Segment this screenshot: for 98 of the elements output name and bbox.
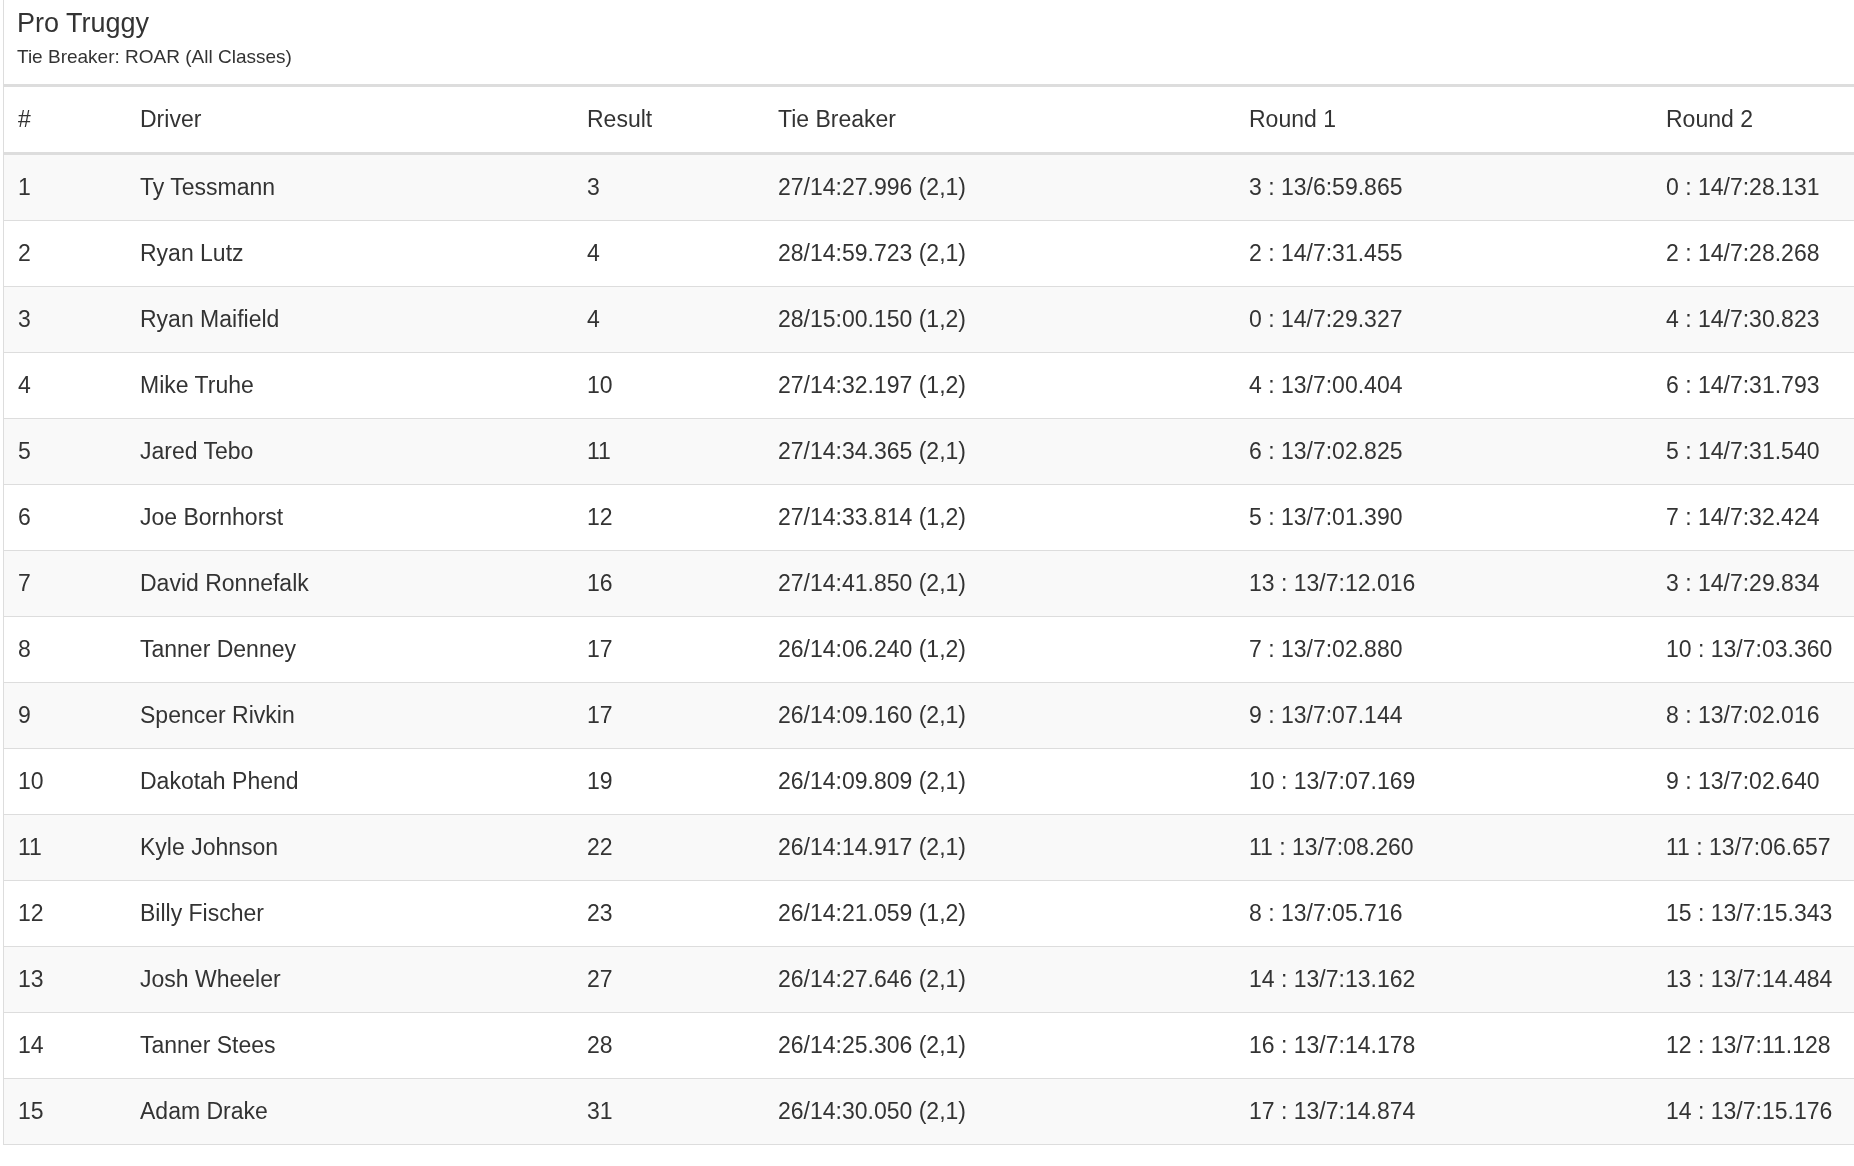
table-cell: Adam Drake	[140, 1098, 268, 1125]
table-cell: 13	[18, 966, 44, 993]
table-cell: 11 : 13/7:08.260	[1249, 834, 1414, 861]
table-cell: 4	[18, 372, 31, 399]
table-cell: 9 : 13/7:02.640	[1666, 768, 1820, 795]
table-cell: 10 : 13/7:03.360	[1666, 636, 1833, 663]
table-cell: 26/14:09.809 (2,1)	[778, 768, 966, 795]
table-cell: 10	[18, 768, 44, 795]
table-cell: 16	[587, 570, 613, 597]
table-cell: 27/14:32.197 (1,2)	[778, 372, 966, 399]
table-cell: 9 : 13/7:07.144	[1249, 702, 1403, 729]
table-cell: 13 : 13/7:14.484	[1666, 966, 1833, 993]
column-header: Tie Breaker	[778, 106, 897, 133]
table-cell: 26/14:21.059 (1,2)	[778, 900, 966, 927]
table-cell: 15 : 13/7:15.343	[1666, 900, 1833, 927]
table-cell: 17	[587, 636, 613, 663]
table-cell: 6 : 13/7:02.825	[1249, 438, 1403, 465]
table-cell: Ryan Maifield	[140, 306, 280, 333]
table-cell: 26/14:14.917 (2,1)	[778, 834, 966, 861]
column-header: Round 1	[1249, 106, 1336, 133]
table-cell: 15	[18, 1098, 44, 1125]
table-cell: 26/14:06.240 (1,2)	[778, 636, 966, 663]
column-header: Result	[587, 106, 653, 133]
table-cell: 9	[18, 702, 31, 729]
table-cell: 27	[587, 966, 613, 993]
table-cell: Jared Tebo	[140, 438, 254, 465]
table-cell: 27/14:33.814 (1,2)	[778, 504, 966, 531]
table-cell: 5 : 13/7:01.390	[1249, 504, 1403, 531]
table-cell: 14 : 13/7:15.176	[1666, 1098, 1833, 1125]
table-cell: 17 : 13/7:14.874	[1249, 1098, 1416, 1125]
table-cell: Ryan Lutz	[140, 240, 244, 267]
table-cell: 14 : 13/7:13.162	[1249, 966, 1416, 993]
table-cell: 12	[587, 504, 613, 531]
table-cell: 23	[587, 900, 613, 927]
table-cell: David Ronnefalk	[140, 570, 309, 597]
table-cell: Tanner Stees	[140, 1032, 276, 1059]
table-cell: 7 : 14/7:32.424	[1666, 504, 1820, 531]
table-cell: 0 : 14/7:29.327	[1249, 306, 1403, 333]
table-cell: Josh Wheeler	[140, 966, 281, 993]
table-cell: 4	[587, 240, 600, 267]
table-cell: 26/14:30.050 (2,1)	[778, 1098, 966, 1125]
table-cell: 3	[587, 174, 600, 201]
table-cell: 28/15:00.150 (1,2)	[778, 306, 966, 333]
table-cell: 16 : 13/7:14.178	[1249, 1032, 1416, 1059]
table-cell: 28/14:59.723 (2,1)	[778, 240, 966, 267]
table-cell: 7	[18, 570, 31, 597]
table-cell: 13 : 13/7:12.016	[1249, 570, 1416, 597]
table-cell: 14	[18, 1032, 44, 1059]
table-cell: 31	[587, 1098, 613, 1125]
table-cell: Kyle Johnson	[140, 834, 279, 861]
table-cell: 5 : 14/7:31.540	[1666, 438, 1820, 465]
table-cell: 12 : 13/7:11.128	[1666, 1032, 1831, 1059]
table-cell: 8	[18, 636, 31, 663]
table-cell: 4 : 14/7:30.823	[1666, 306, 1820, 333]
table-cell: 4 : 13/7:00.404	[1249, 372, 1403, 399]
page-title: Pro Truggy	[17, 7, 151, 40]
table-cell: 11	[18, 834, 42, 861]
table-cell: 27/14:41.850 (2,1)	[778, 570, 966, 597]
tie-breaker-subtitle: Tie Breaker: ROAR (All Classes)	[17, 45, 293, 69]
table-cell: 26/14:25.306 (2,1)	[778, 1032, 966, 1059]
table-cell: 5	[18, 438, 31, 465]
table-cell: 2 : 14/7:28.268	[1666, 240, 1820, 267]
table-cell: 3 : 14/7:29.834	[1666, 570, 1820, 597]
table-cell: 28	[587, 1032, 613, 1059]
table-cell: Spencer Rivkin	[140, 702, 295, 729]
column-header: #	[18, 106, 31, 133]
table-cell: 27/14:27.996 (2,1)	[778, 174, 966, 201]
table-cell: 12	[18, 900, 44, 927]
table-cell: 6	[18, 504, 31, 531]
table-cell: 27/14:34.365 (2,1)	[778, 438, 966, 465]
table-cell: Mike Truhe	[140, 372, 254, 399]
table-cell: 11 : 13/7:06.657	[1666, 834, 1831, 861]
table-cell: 1	[18, 174, 31, 201]
table-cell: 4	[587, 306, 600, 333]
column-header: Driver	[140, 106, 202, 133]
table-cell: 10	[587, 372, 613, 399]
table-cell: 3 : 13/6:59.865	[1249, 174, 1403, 201]
table-cell: 11	[587, 438, 611, 465]
column-header: Round 2	[1666, 106, 1753, 133]
table-cell: Dakotah Phend	[140, 768, 299, 795]
table-cell: Billy Fischer	[140, 900, 264, 927]
table-cell: 19	[587, 768, 613, 795]
table-cell: Ty Tessmann	[140, 174, 276, 201]
table-cell: 7 : 13/7:02.880	[1249, 636, 1403, 663]
table-cell: 3	[18, 306, 31, 333]
table-cell: Joe Bornhorst	[140, 504, 284, 531]
table-cell: 0 : 14/7:28.131	[1666, 174, 1820, 201]
table-cell: 6 : 14/7:31.793	[1666, 372, 1820, 399]
table-cell: 22	[587, 834, 613, 861]
table-cell: 10 : 13/7:07.169	[1249, 768, 1416, 795]
table-cell: 17	[587, 702, 613, 729]
table-cell: 8 : 13/7:05.716	[1249, 900, 1403, 927]
table-cell: Tanner Denney	[140, 636, 296, 663]
table-cell: 2 : 14/7:31.455	[1249, 240, 1403, 267]
table-cell: 2	[18, 240, 31, 267]
table-cell: 26/14:27.646 (2,1)	[778, 966, 966, 993]
table-cell: 8 : 13/7:02.016	[1666, 702, 1820, 729]
table-cell: 26/14:09.160 (2,1)	[778, 702, 966, 729]
